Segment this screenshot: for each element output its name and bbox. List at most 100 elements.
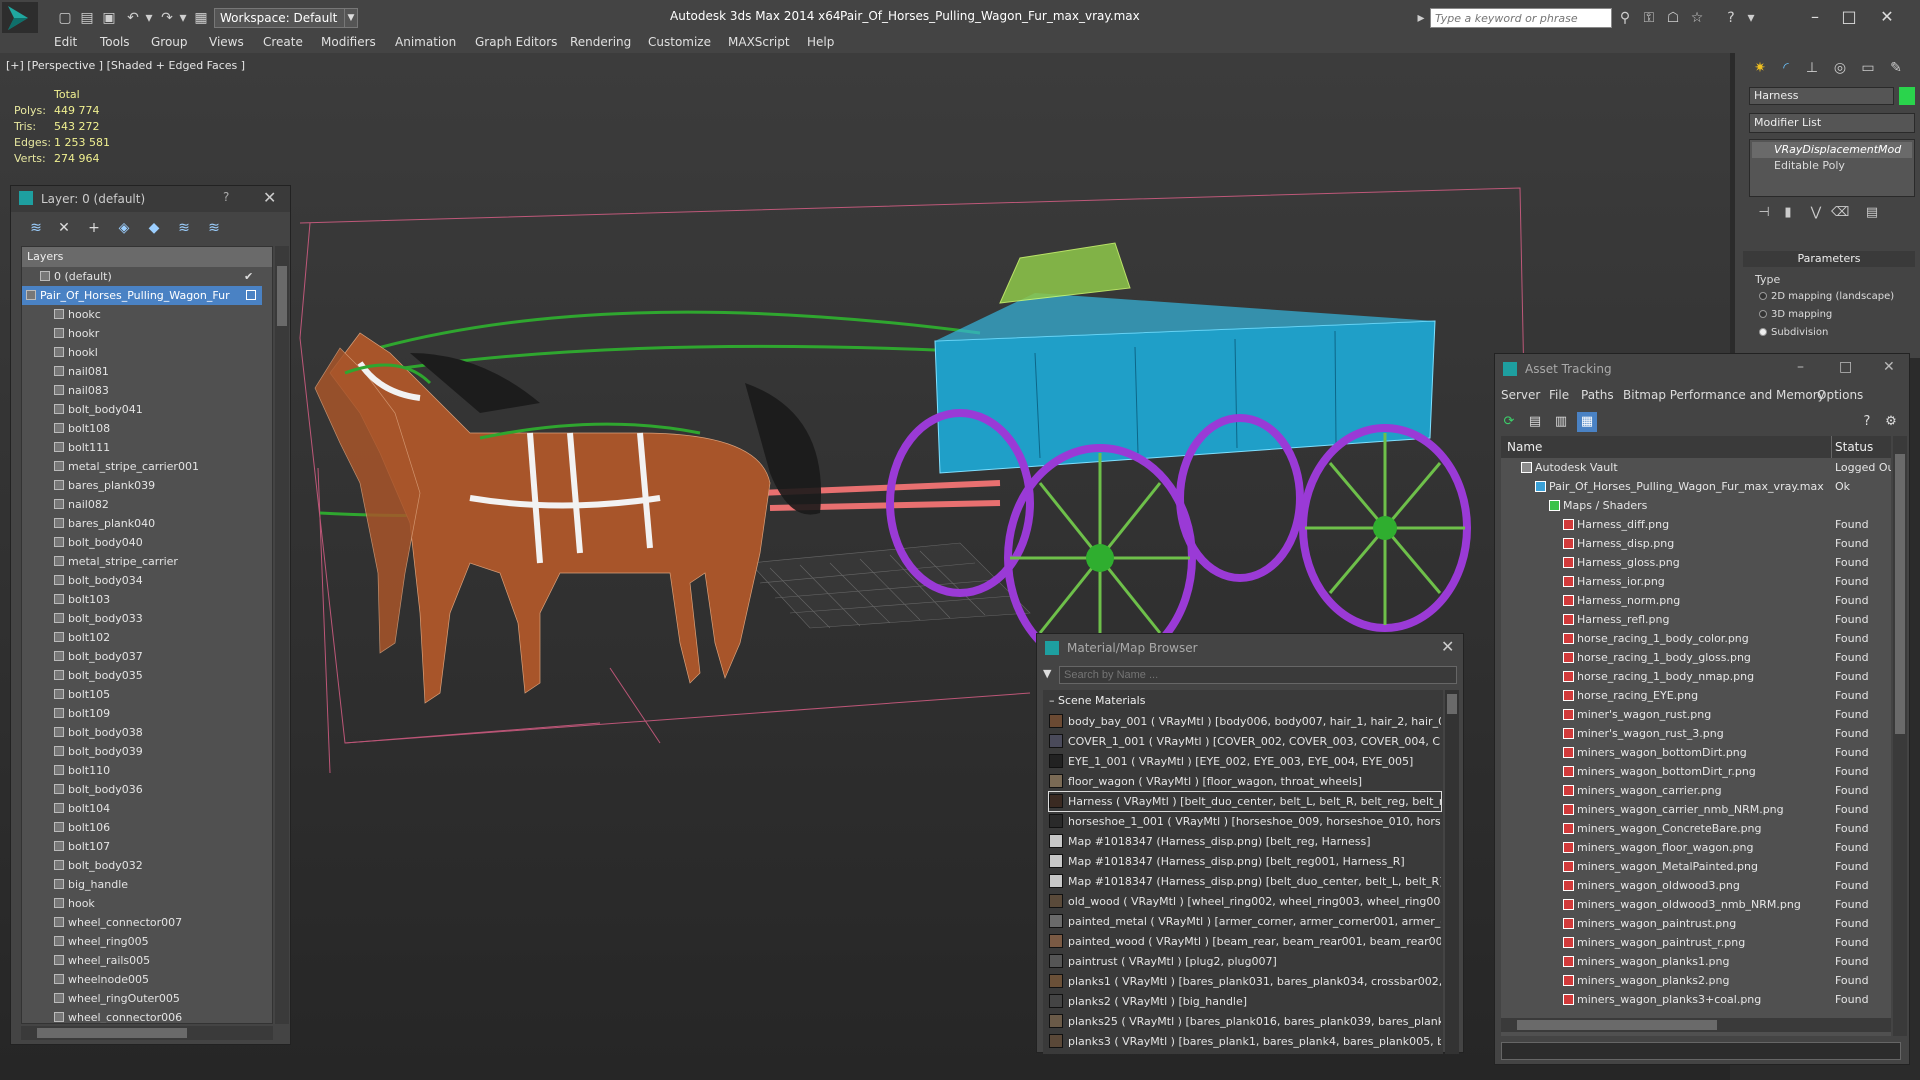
asset-row[interactable]: miner's_wagon_rust_3.png Found [1501, 724, 1891, 743]
asset-row[interactable]: Harness_ior.png Found [1501, 572, 1891, 591]
material-vertical-scroll-thumb[interactable] [1447, 694, 1457, 714]
asset-row[interactable]: miners_wagon_carrier.png Found [1501, 781, 1891, 800]
asset-row[interactable]: Autodesk Vault Logged Out [1501, 458, 1891, 477]
layer-object-item[interactable]: hook [22, 894, 262, 913]
asset-row[interactable]: miners_wagon_paintrust_r.png Found [1501, 933, 1891, 952]
material-item[interactable]: planks3 ( VRayMtl ) [bares_plank1, bares… [1049, 1032, 1441, 1051]
menu-edit[interactable]: Edit [54, 35, 77, 49]
asset-minimize-icon[interactable]: – [1797, 359, 1804, 375]
layer-object-item[interactable]: hookl [22, 343, 262, 362]
asset-row[interactable]: miners_wagon_planks2.png Found [1501, 971, 1891, 990]
search-options-icon[interactable]: ▼ [1043, 667, 1051, 680]
asset-row[interactable]: horse_racing_1_body_color.png Found [1501, 629, 1891, 648]
utilities-tab-icon[interactable]: ✎ [1885, 57, 1907, 79]
object-color-swatch[interactable] [1899, 87, 1915, 105]
asset-row[interactable]: miners_wagon_paintrust.png Found [1501, 914, 1891, 933]
layer-object-item[interactable]: nail083 [22, 381, 262, 400]
layer-object-item[interactable]: bolt110 [22, 761, 262, 780]
material-item[interactable]: body_bay_001 ( VRayMtl ) [body006, body0… [1049, 712, 1441, 731]
layer-object-item[interactable]: nail082 [22, 495, 262, 514]
asset-menu-server[interactable]: Server [1501, 388, 1540, 402]
menu-views[interactable]: Views [209, 35, 244, 49]
delete-layer-icon[interactable]: ✕ [53, 218, 75, 238]
layer-object-item[interactable]: bolt104 [22, 799, 262, 818]
material-item[interactable]: painted_metal ( VRayMtl ) [armer_corner,… [1049, 912, 1441, 931]
remove-modifier-icon[interactable]: ⌫ [1831, 205, 1849, 223]
asset-row[interactable]: miners_wagon_ConcreteBare.png Found [1501, 819, 1891, 838]
modifier-list-dropdown[interactable]: Modifier List [1749, 113, 1915, 133]
asset-row[interactable]: Harness_refl.png Found [1501, 610, 1891, 629]
asset-vertical-scroll-thumb[interactable] [1895, 454, 1905, 734]
asset-menu-options[interactable]: Options [1817, 388, 1863, 402]
column-header-status[interactable]: Status [1835, 440, 1873, 454]
asset-row[interactable]: Pair_Of_Horses_Pulling_Wagon_Fur_max_vra… [1501, 477, 1891, 496]
material-item[interactable]: planks1 ( VRayMtl ) [bares_plank031, bar… [1049, 972, 1441, 991]
favorites-star-icon[interactable]: ☆ [1688, 9, 1706, 27]
undo-dropdown-icon[interactable]: ▾ [140, 9, 158, 27]
project-folder-icon[interactable]: ▦ [192, 9, 210, 27]
asset-row[interactable]: Harness_diff.png Found [1501, 515, 1891, 534]
refresh-icon[interactable]: ⟳ [1499, 412, 1519, 432]
menu-create[interactable]: Create [263, 35, 303, 49]
layer-object-item[interactable]: wheelnode005 [22, 970, 262, 989]
workspace-dropdown[interactable]: Workspace: Default [214, 8, 352, 28]
radio-3d-mapping[interactable]: 3D mapping [1759, 309, 1832, 320]
layer-object-item[interactable]: bolt_body039 [22, 742, 262, 761]
subscription-icon[interactable]: ⚿ [1640, 9, 1658, 27]
communication-icon[interactable]: ☖ [1664, 9, 1682, 27]
app-logo-icon[interactable] [2, 2, 38, 34]
help-dropdown-icon[interactable]: ▾ [1742, 9, 1760, 27]
asset-row[interactable]: miners_wagon_MetalPainted.png Found [1501, 857, 1891, 876]
asset-row[interactable]: miners_wagon_bottomDirt.png Found [1501, 743, 1891, 762]
layer-object-item[interactable]: nail081 [22, 362, 262, 381]
pin-stack-icon[interactable]: ⊣ [1755, 205, 1773, 223]
highlight-layer-icon[interactable]: ◆ [143, 218, 165, 238]
list-view-icon[interactable]: ▤ [1525, 412, 1545, 432]
material-item[interactable]: Map #1018347 (Harness_disp.png) [belt_re… [1049, 832, 1441, 851]
minimize-window-icon[interactable]: – [1800, 6, 1830, 28]
asset-help-icon[interactable]: ? [1857, 412, 1877, 432]
material-item[interactable]: Map #1018347 (Harness_disp.png) [belt_re… [1049, 852, 1441, 871]
layer-set-current-icon[interactable] [246, 290, 256, 300]
display-tab-icon[interactable]: ▭ [1857, 57, 1879, 79]
save-file-icon[interactable]: ▣ [100, 9, 118, 27]
asset-menu-paths[interactable]: Paths [1581, 388, 1614, 402]
layer-object-item[interactable]: wheel_connector007 [22, 913, 262, 932]
layer-column-header[interactable]: Layers [22, 247, 272, 267]
layer-item-scene[interactable]: Pair_Of_Horses_Pulling_Wagon_Fur [22, 286, 262, 305]
layer-object-item[interactable]: bolt_body040 [22, 533, 262, 552]
stack-item-editable-poly[interactable]: Editable Poly [1752, 158, 1912, 174]
layer-object-item[interactable]: bolt108 [22, 419, 262, 438]
layer-object-item[interactable]: wheel_ring005 [22, 932, 262, 951]
radio-subdivision[interactable]: Subdivision [1759, 327, 1828, 338]
menu-rendering[interactable]: Rendering [570, 35, 631, 49]
material-item[interactable]: Map #1018347 (Harness_disp.png) [belt_du… [1049, 872, 1441, 891]
motion-tab-icon[interactable]: ◎ [1829, 57, 1851, 79]
layer-object-item[interactable]: bolt_body035 [22, 666, 262, 685]
layer-object-item[interactable]: bares_plank040 [22, 514, 262, 533]
new-file-icon[interactable]: ▢ [56, 9, 74, 27]
select-objects-icon[interactable]: ◈ [113, 218, 135, 238]
menu-help[interactable]: Help [807, 35, 834, 49]
layer-object-item[interactable]: bares_plank039 [22, 476, 262, 495]
search-input[interactable] [1430, 8, 1612, 28]
freeze-all-icon[interactable]: ≋ [203, 218, 225, 238]
layer-object-item[interactable]: hookc [22, 305, 262, 324]
modify-tab-icon[interactable]: ◜ [1775, 57, 1797, 79]
show-end-result-icon[interactable]: ▮ [1779, 205, 1797, 223]
asset-row[interactable]: Harness_gloss.png Found [1501, 553, 1891, 572]
menu-maxscript[interactable]: MAXScript [728, 35, 790, 49]
object-name-field[interactable]: Harness [1749, 87, 1894, 105]
material-search-input[interactable] [1059, 666, 1457, 684]
asset-close-icon[interactable]: ✕ [1883, 359, 1895, 375]
layer-object-item[interactable]: bolt105 [22, 685, 262, 704]
layer-object-item[interactable]: bolt103 [22, 590, 262, 609]
asset-row[interactable]: miners_wagon_planks1.png Found [1501, 952, 1891, 971]
asset-row[interactable]: horse_racing_EYE.png Found [1501, 686, 1891, 705]
layer-object-item[interactable]: wheel_ringOuter005 [22, 989, 262, 1008]
menu-graph-editors[interactable]: Graph Editors [475, 35, 557, 49]
layer-object-item[interactable]: wheel_rails005 [22, 951, 262, 970]
layer-object-item[interactable]: metal_stripe_carrier001 [22, 457, 262, 476]
layer-object-item[interactable]: bolt102 [22, 628, 262, 647]
layer-object-item[interactable]: bolt111 [22, 438, 262, 457]
